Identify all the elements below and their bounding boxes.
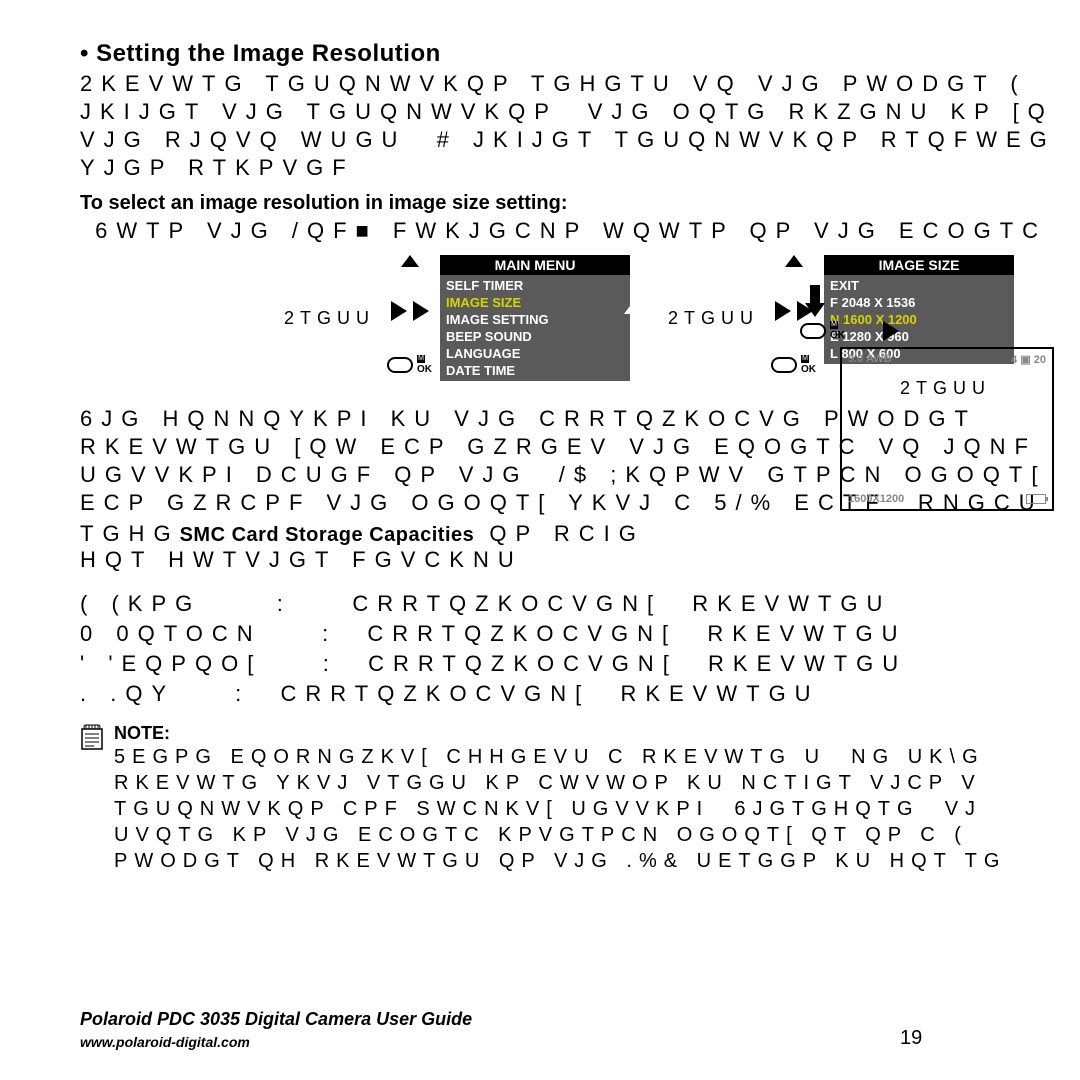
main-menu-panel: MAIN MENU SELF TIMERIMAGE SIZEIMAGE SETT… xyxy=(440,255,630,381)
prefix-text: TGHG xyxy=(80,521,180,546)
ok-label: OK xyxy=(801,364,816,375)
footer-url: www.polaroid-digital.com xyxy=(80,1034,472,1050)
image-size-title: IMAGE SIZE xyxy=(824,255,1014,275)
battery-icon xyxy=(1026,494,1046,504)
ok-button-icon xyxy=(800,323,826,339)
main-menu-item: DATE TIME xyxy=(446,362,624,379)
shot-top-right: 4 ▣ 20 xyxy=(1011,353,1046,366)
bold-mid: SMC Card Storage Capacities xyxy=(180,524,475,546)
right-arrow-icon xyxy=(775,301,791,321)
note-body: 5EGPG EQORNGZKV[ CHHGEVU C RKEVWTG U NG … xyxy=(114,744,1006,874)
main-menu-item: IMAGE SETTING xyxy=(446,311,624,328)
right-arrow-icon xyxy=(391,301,407,321)
note-label: NOTE: xyxy=(114,723,1006,744)
note-icon xyxy=(80,723,104,874)
shot-top-left: 9.0 AWB xyxy=(848,353,892,366)
subheading: To select an image resolution in image s… xyxy=(80,192,1080,215)
ok-label: OK xyxy=(417,364,432,375)
lcd-preview: 9.0 AWB 4 ▣ 20 1600X1200 xyxy=(840,347,1054,511)
shot-resolution: 1600X1200 xyxy=(848,493,904,505)
up-arrow-icon xyxy=(785,255,803,267)
footer-title: Polaroid PDC 3035 Digital Camera User Gu… xyxy=(80,1009,472,1029)
up-arrow-icon xyxy=(401,255,419,267)
main-menu-item: IMAGE SIZE xyxy=(446,294,624,311)
press-label-1: 2TGUU xyxy=(284,308,375,329)
main-menu-item: BEEP SOUND xyxy=(446,328,624,345)
m-label: M xyxy=(417,355,425,363)
paragraph-1: 2KEVWTG TGUQNWVKQP TGHGTU VQ VJG PWODGT … xyxy=(80,70,1080,182)
main-menu-title: MAIN MENU xyxy=(440,255,630,275)
footer: Polaroid PDC 3035 Digital Camera User Gu… xyxy=(80,1009,472,1050)
page-number: 19 xyxy=(900,1027,922,1050)
main-menu-item: LANGUAGE xyxy=(446,345,624,362)
section-title: • Setting the Image Resolution xyxy=(80,40,1080,68)
scroll-up-icon xyxy=(624,302,642,314)
ok-button-icon xyxy=(771,357,797,373)
main-menu-item: SELF TIMER xyxy=(446,277,624,294)
capacity-list: ( (KPG : CRRTQZKOCVGN[ RKEVWTGU 0 0QTOCN… xyxy=(80,589,1080,709)
press-label-2: 2TGUU xyxy=(668,308,759,329)
ok-button-icon xyxy=(387,357,413,373)
ok-label: OK xyxy=(830,330,845,341)
m-label: M xyxy=(830,321,838,329)
right-arrow-icon xyxy=(883,321,899,341)
m-label: M xyxy=(801,355,809,363)
down-corner-arrow-icon xyxy=(810,285,830,315)
step-line: 6WTP VJG /QF■ FWKJGCNP WQWTP QP VJG ECOG… xyxy=(80,217,1080,245)
right-arrow-icon xyxy=(413,301,429,321)
